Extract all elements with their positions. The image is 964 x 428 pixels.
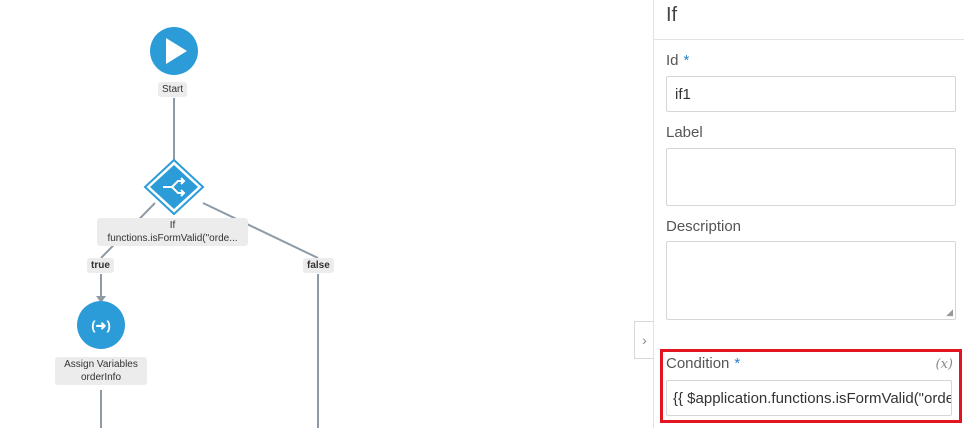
false-branch-label: false [303, 258, 334, 273]
label-field-value [667, 149, 955, 169]
if-node-label: If functions.isFormValid("orde... [97, 218, 248, 246]
expression-x-icon[interactable]: (x) [936, 357, 953, 372]
id-field-label: Id * [666, 52, 689, 69]
condition-field-value: {{ $application.functions.isFormValid("o… [673, 390, 951, 407]
description-value [667, 242, 955, 262]
resize-grip-icon[interactable]: ◢ [946, 308, 953, 317]
id-field-value: if1 [675, 86, 691, 103]
assign-variables-node[interactable]: (➜) [77, 301, 125, 349]
true-branch-label: true [87, 258, 114, 273]
start-node[interactable] [150, 27, 198, 75]
flow-canvas[interactable]: (➜) Start If functions.isFormValid("orde… [0, 0, 634, 428]
condition-field-label: Condition * [666, 355, 740, 372]
description-field-label: Description [666, 218, 742, 235]
label-field[interactable] [666, 148, 956, 206]
assign-variables-label: Assign Variables orderInfo [55, 357, 147, 385]
assign-label-variable: orderInfo [80, 372, 122, 383]
assign-arrow-icon: (➜) [91, 318, 111, 333]
if-label-title: If [169, 220, 176, 231]
svg-text:(➜): (➜) [91, 318, 111, 333]
if-label-condition: functions.isFormValid("orde... [107, 233, 238, 244]
required-mark: * [683, 52, 690, 69]
description-textarea[interactable]: ◢ [666, 241, 956, 320]
condition-field[interactable]: {{ $application.functions.isFormValid("o… [666, 380, 952, 416]
assign-label-title: Assign Variables [64, 359, 138, 370]
panel-title: If [666, 4, 678, 26]
if-node[interactable] [143, 158, 205, 216]
condition-required-mark: * [734, 355, 741, 372]
id-field[interactable]: if1 [666, 76, 956, 112]
id-label-text: Id [666, 52, 679, 69]
condition-label-text: Condition [666, 355, 730, 372]
panel-title-divider [654, 39, 964, 40]
chevron-right-icon: › [642, 332, 647, 348]
label-field-label: Label [666, 124, 703, 141]
start-label: Start [158, 82, 188, 97]
properties-panel: If Id * if1 Label Description ◢ Condition… [653, 0, 964, 428]
panel-collapse-toggle[interactable]: › [634, 321, 654, 359]
